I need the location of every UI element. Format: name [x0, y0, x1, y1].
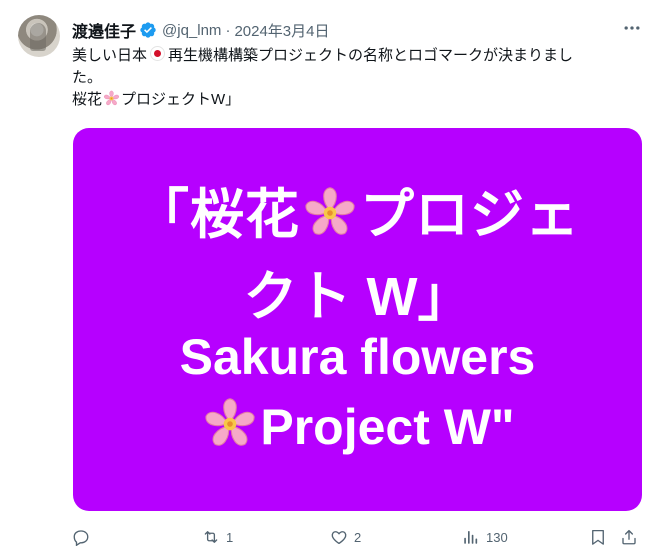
share-icon [622, 529, 636, 545]
sakura-icon [103, 90, 120, 107]
card-text-line-1: 「桜花 プロジェ [73, 170, 642, 249]
media-image[interactable]: 「桜花 プロジェ クト W」 Sakura flowers Project W" [73, 128, 642, 511]
tweet-text-segment: 再生機構構築プロジェクトの名称とロゴマークが決まりまし [168, 47, 574, 64]
retweet-button[interactable]: 1 [202, 524, 233, 550]
card-text-segment: 「桜花 [135, 185, 300, 245]
views-icon [464, 531, 478, 544]
sakura-icon [302, 185, 358, 241]
tweet-text-line: 美しい日本 再生機構構築プロジェクトの名称とロゴマークが決まりまし [72, 45, 642, 67]
card-text-segment: Project W" [260, 399, 515, 455]
tweet-text: 美しい日本 再生機構構築プロジェクトの名称とロゴマークが決まりまし た。 桜花 プロ… [72, 45, 642, 111]
tweet-text-line: た。 [72, 67, 642, 89]
display-name[interactable]: 渡邉佳子 [72, 18, 136, 42]
more-button[interactable] [618, 16, 646, 40]
retweet-icon [204, 531, 218, 543]
card-text-line-2: クト W」 [243, 267, 472, 327]
japan-flag-icon [150, 46, 166, 61]
handle[interactable]: @jq_lnm [162, 22, 221, 39]
views-count: 130 [486, 529, 508, 545]
separator-dot: · [225, 21, 231, 39]
card-text-segment: プロジェ [360, 185, 580, 245]
tweet-text-line: 桜花 プロジェクトW」 [72, 89, 642, 111]
timestamp[interactable]: 2024年3月4日 [234, 20, 329, 41]
more-icon [624, 26, 640, 30]
tweet-header: 渡邉佳子 @jq_lnm · 2024年3月4日 [72, 18, 330, 42]
share-button[interactable] [620, 524, 638, 550]
tweet-text-segment: プロジェクトW」 [121, 91, 241, 108]
tweet-text-segment: 美しい日本 [72, 47, 148, 64]
like-button[interactable]: 2 [330, 524, 361, 550]
sakura-icon [202, 396, 258, 452]
bookmark-button[interactable] [589, 524, 607, 550]
tweet-text-segment: た。 [72, 69, 103, 86]
tweet-text-segment: 桜花 [72, 91, 103, 108]
tweet-card[interactable]: 渡邉佳子 @jq_lnm · 2024年3月4日 美しい日本 再生機構構築プロジェ… [0, 0, 655, 552]
card-text-line-3: Sakura flowers [179, 329, 536, 385]
reply-button[interactable] [72, 524, 96, 550]
reply-icon [73, 530, 89, 546]
card-text-line-4: Project W" [73, 396, 642, 456]
like-icon [331, 531, 347, 545]
action-bar: 1 2 130 [72, 524, 642, 550]
avatar[interactable] [18, 15, 60, 57]
views-button[interactable]: 130 [462, 524, 508, 550]
verified-badge-icon[interactable] [139, 21, 157, 39]
bookmark-icon [592, 529, 604, 545]
retweet-count: 1 [226, 529, 234, 545]
like-count: 2 [354, 529, 362, 545]
